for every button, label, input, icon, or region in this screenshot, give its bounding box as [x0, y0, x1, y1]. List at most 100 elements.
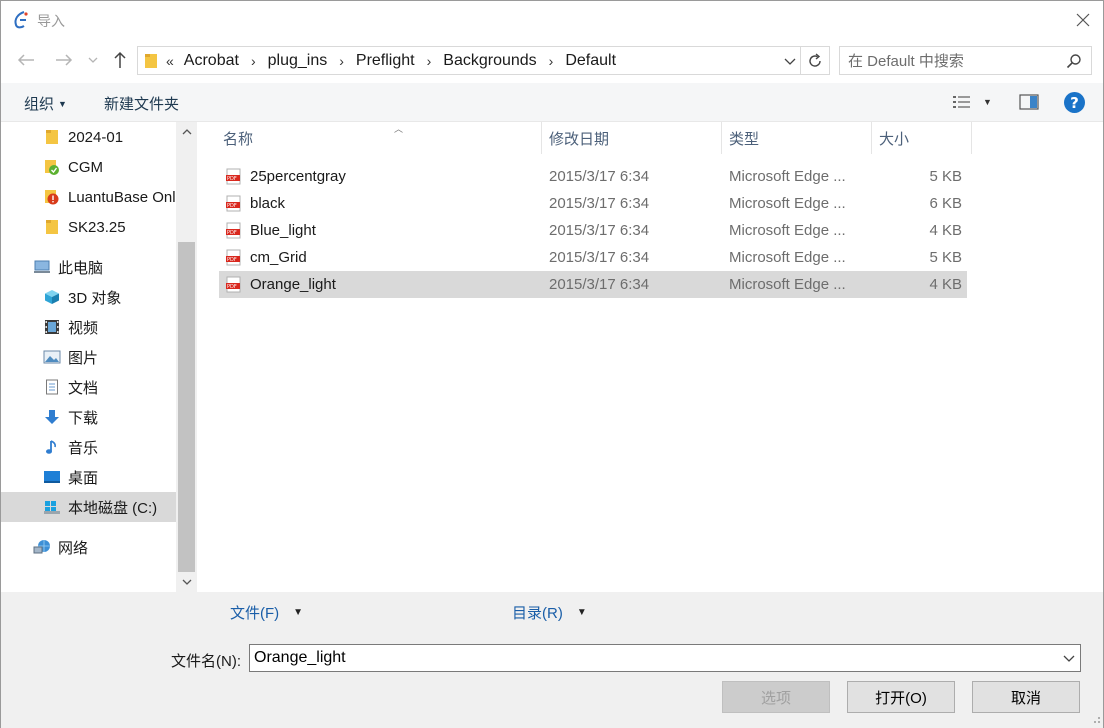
title-bar: 导入 [1, 1, 1103, 39]
column-header-type[interactable]: 类型 [722, 122, 872, 154]
search-input[interactable] [848, 51, 1058, 71]
nav-item-label: 音乐 [68, 439, 99, 457]
svg-text:PDF: PDF [227, 257, 237, 263]
file-row[interactable]: PDF cm_Grid 2015/3/17 6:34 Microsoft Edg… [219, 244, 967, 271]
open-button[interactable]: 打开(O) [847, 681, 955, 713]
up-button[interactable] [109, 49, 131, 71]
file-size: 5 KB [929, 249, 962, 266]
back-button[interactable] [15, 49, 37, 71]
nav-item-pictures[interactable]: 图片 [1, 342, 176, 372]
file-row-selected[interactable]: PDF Orange_light 2015/3/17 6:34 Microsof… [219, 271, 967, 298]
folder-sync-icon [43, 158, 61, 176]
chevron-down-icon [88, 57, 98, 63]
breadcrumb-separator-icon[interactable]: › [427, 53, 432, 69]
column-header-date[interactable]: 修改日期 [542, 122, 722, 154]
new-folder-button[interactable]: 新建文件夹 [104, 93, 179, 114]
forward-button[interactable] [53, 49, 75, 71]
chevron-down-icon[interactable] [1062, 651, 1076, 665]
scroll-down-icon[interactable] [176, 572, 197, 592]
organize-menu-button[interactable]: 组织 ▼ [24, 93, 67, 114]
address-bar[interactable]: « Acrobat › plug_ins › Preflight › Backg… [137, 46, 801, 75]
nav-item-music[interactable]: 音乐 [1, 432, 176, 462]
download-icon [43, 408, 61, 426]
arrow-up-icon [114, 51, 126, 68]
breadcrumb-overflow[interactable]: « [166, 53, 174, 69]
nav-item-label: LuantuBase Onl [68, 188, 176, 206]
folder-icon [145, 54, 157, 68]
close-button[interactable] [1069, 7, 1097, 33]
nav-item-desktop[interactable]: 桌面 [1, 462, 176, 492]
breadcrumb-separator-icon[interactable]: › [339, 53, 344, 69]
search-box[interactable] [839, 46, 1092, 75]
nav-item-sk23[interactable]: SK23.25 [1, 212, 176, 242]
nav-item-3d-objects[interactable]: 3D 对象 [1, 282, 176, 312]
options-button[interactable]: 选项 [722, 681, 830, 713]
folder-error-icon [43, 188, 61, 206]
chevron-down-icon [784, 58, 796, 65]
breadcrumb-separator-icon[interactable]: › [251, 53, 256, 69]
nav-item-label: 图片 [68, 349, 99, 367]
column-header-name[interactable]: 名称 ︿ [216, 122, 542, 154]
directory-menu[interactable]: 目录(R) ▼ [512, 602, 587, 623]
file-type: Microsoft Edge ... [729, 168, 846, 185]
file-row[interactable]: PDF black 2015/3/17 6:34 Microsoft Edge … [219, 190, 967, 217]
sort-ascending-icon: ︿ [394, 124, 404, 134]
file-name: Orange_light [250, 276, 336, 293]
file-size: 5 KB [929, 168, 962, 185]
recent-locations-button[interactable] [85, 49, 101, 71]
nav-item-videos[interactable]: 视频 [1, 312, 176, 342]
file-row[interactable]: PDF Blue_light 2015/3/17 6:34 Microsoft … [219, 217, 967, 244]
filename-combobox[interactable] [249, 644, 1081, 672]
file-menu[interactable]: 文件(F) ▼ [230, 602, 303, 623]
nav-item-downloads[interactable]: 下载 [1, 402, 176, 432]
nav-item-this-pc[interactable]: 此电脑 [1, 252, 176, 282]
nav-item-label: 3D 对象 [68, 289, 122, 307]
nav-item-network[interactable]: 网络 [1, 532, 176, 562]
scroll-thumb[interactable] [178, 242, 195, 572]
nav-item-2024-01[interactable]: 2024-01 [1, 122, 176, 152]
column-type-label: 类型 [729, 130, 760, 148]
column-size-label: 大小 [879, 130, 910, 148]
organize-label: 组织 [24, 96, 55, 113]
nav-item-label: 桌面 [68, 469, 99, 487]
file-row[interactable]: PDF 25percentgray 2015/3/17 6:34 Microso… [219, 163, 967, 190]
nav-item-local-disk-c[interactable]: 本地磁盘 (C:) [1, 492, 176, 522]
close-icon [1076, 13, 1090, 27]
search-icon [1066, 54, 1081, 69]
nav-item-label: 文档 [68, 379, 99, 397]
breadcrumb-separator-icon[interactable]: › [549, 53, 554, 69]
cancel-button[interactable]: 取消 [972, 681, 1080, 713]
app-logo-icon [14, 11, 28, 29]
window-title: 导入 [37, 13, 65, 29]
nav-scrollbar[interactable] [176, 122, 197, 592]
refresh-button[interactable] [801, 46, 830, 75]
view-dropdown-icon[interactable]: ▼ [983, 97, 992, 107]
file-name: Blue_light [250, 222, 316, 239]
breadcrumb-default[interactable]: Default [565, 52, 616, 70]
breadcrumb: « Acrobat › plug_ins › Preflight › Backg… [166, 47, 616, 74]
breadcrumb-plug-ins[interactable]: plug_ins [268, 52, 328, 70]
scroll-up-icon[interactable] [176, 122, 197, 142]
nav-item-documents[interactable]: 文档 [1, 372, 176, 402]
svg-text:PDF: PDF [227, 203, 237, 209]
column-date-label: 修改日期 [549, 130, 610, 148]
preview-pane-icon[interactable] [1019, 94, 1039, 110]
view-options-icon[interactable] [952, 94, 972, 110]
file-date: 2015/3/17 6:34 [549, 222, 650, 239]
nav-item-luantubase[interactable]: LuantuBase Onl [1, 182, 176, 212]
picture-icon [43, 348, 61, 366]
resize-grip-icon[interactable] [1089, 712, 1101, 724]
filename-input[interactable] [254, 648, 1054, 668]
arrow-right-icon [56, 54, 73, 66]
help-button[interactable]: ? [1064, 92, 1085, 113]
breadcrumb-backgrounds[interactable]: Backgrounds [443, 52, 536, 70]
column-header-size[interactable]: 大小 [872, 122, 972, 154]
breadcrumb-acrobat[interactable]: Acrobat [184, 52, 239, 70]
cube-icon [43, 288, 61, 306]
nav-item-cgm[interactable]: CGM [1, 152, 176, 182]
breadcrumb-preflight[interactable]: Preflight [356, 52, 415, 70]
file-name: black [250, 195, 286, 212]
address-history-dropdown[interactable] [780, 52, 800, 70]
file-type: Microsoft Edge ... [729, 276, 846, 293]
pdf-file-icon: PDF [226, 249, 241, 266]
